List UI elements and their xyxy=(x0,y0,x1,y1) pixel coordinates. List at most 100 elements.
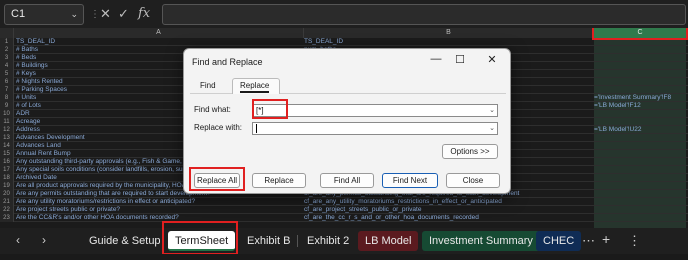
cell-c[interactable] xyxy=(594,134,686,142)
more-tabs-icon[interactable]: ⋯ xyxy=(582,233,595,249)
cell-b[interactable]: TS_DEAL_ID xyxy=(304,38,592,46)
row-number[interactable]: 6 xyxy=(0,78,14,86)
cell-c[interactable] xyxy=(594,198,686,206)
cell-c[interactable] xyxy=(594,86,686,94)
enter-icon[interactable]: ✓ xyxy=(118,5,129,23)
cell-c[interactable]: ='LB Model'!U22 xyxy=(594,126,686,134)
row-number[interactable]: 15 xyxy=(0,150,14,158)
cell-c[interactable] xyxy=(594,54,686,62)
cell-c[interactable] xyxy=(594,38,686,46)
text-caret xyxy=(256,124,257,133)
row-number[interactable]: 22 xyxy=(0,206,14,214)
cell-c[interactable] xyxy=(594,158,686,166)
chevron-down-icon[interactable]: ⌄ xyxy=(489,123,495,134)
cell-b[interactable]: cf_are_any_utility_moratoriums_restricti… xyxy=(304,198,592,206)
cell-a[interactable]: Are the CC&R's and/or other HOA document… xyxy=(16,214,302,222)
cell-c[interactable] xyxy=(594,70,686,78)
sheet-tab-exhibit-b[interactable]: Exhibit B xyxy=(240,231,297,251)
chevron-down-icon[interactable]: ⌄ xyxy=(489,105,495,116)
chevron-down-icon[interactable]: ⌄ xyxy=(70,5,78,24)
name-box-value: C1 xyxy=(11,8,26,20)
cell-a[interactable]: Are project streets public or private? xyxy=(16,206,302,214)
cell-c[interactable] xyxy=(594,142,686,150)
find-replace-dialog: Find and Replace — ☐ ✕ Find Replace Find… xyxy=(183,48,511,194)
scroll-left-icon[interactable]: ‹ xyxy=(16,233,20,247)
add-sheet-icon[interactable]: + xyxy=(602,231,610,247)
table-row: 21 Are any utility moratoriums/restrictio… xyxy=(0,198,688,206)
row-number[interactable]: 8 xyxy=(0,94,14,102)
tab-divider xyxy=(297,235,298,247)
row-number[interactable]: 10 xyxy=(0,110,14,118)
row-number[interactable]: 21 xyxy=(0,198,14,206)
cell-b[interactable]: cf_are_project_streets_public_or_private xyxy=(304,206,592,214)
minimize-icon[interactable]: — xyxy=(428,53,444,65)
insert-function-icon[interactable]: fx xyxy=(138,5,150,23)
maximize-icon[interactable]: ☐ xyxy=(452,53,468,66)
table-row: 1 TS_DEAL_ID TS_DEAL_ID xyxy=(0,38,688,46)
close-button[interactable]: Close xyxy=(446,173,500,188)
row-number[interactable]: 23 xyxy=(0,214,14,222)
row-number[interactable]: 20 xyxy=(0,190,14,198)
cell-a[interactable]: Are any utility moratoriums/restrictions… xyxy=(16,198,302,206)
cell-c[interactable] xyxy=(594,214,686,222)
row-number[interactable]: 16 xyxy=(0,158,14,166)
find-what-highlight-box xyxy=(252,99,288,119)
cell-c[interactable] xyxy=(594,78,686,86)
cell-a[interactable]: TS_DEAL_ID xyxy=(16,38,302,46)
column-header-a[interactable]: A xyxy=(14,28,304,38)
row-number[interactable]: 14 xyxy=(0,142,14,150)
cell-c[interactable] xyxy=(594,174,686,182)
row-number[interactable]: 3 xyxy=(0,54,14,62)
row-number[interactable]: 7 xyxy=(0,86,14,94)
cell-c[interactable] xyxy=(594,62,686,70)
scroll-right-icon[interactable]: › xyxy=(42,233,46,247)
cell-b[interactable]: cf_are_the_cc_r_s_and_or_other_hoa_docum… xyxy=(304,214,592,222)
formula-bar: C1 ⌄ ⋮ ✕ ✓ fx xyxy=(0,0,688,28)
sheet-tab-lb-model[interactable]: LB Model xyxy=(358,231,419,251)
name-box[interactable]: C1 ⌄ xyxy=(4,4,84,25)
row-number[interactable]: 13 xyxy=(0,134,14,142)
cell-c[interactable] xyxy=(594,182,686,190)
table-row: 22 Are project streets public or private?… xyxy=(0,206,688,214)
replace-with-label: Replace with: xyxy=(194,123,243,132)
cancel-icon[interactable]: ✕ xyxy=(100,5,111,23)
cell-c[interactable] xyxy=(594,190,686,198)
formula-input[interactable] xyxy=(162,4,686,25)
row-number[interactable]: 17 xyxy=(0,166,14,174)
cell-c[interactable] xyxy=(594,166,686,174)
row-number[interactable]: 12 xyxy=(0,126,14,134)
divider-dots-icon: ⋮ xyxy=(90,9,100,20)
column-header-b[interactable]: B xyxy=(304,28,594,38)
cell-c[interactable] xyxy=(594,46,686,54)
more-options-icon[interactable]: ⋮ xyxy=(628,233,641,249)
row-number[interactable]: 5 xyxy=(0,70,14,78)
sheet-tab-exhibit-2[interactable]: Exhibit 2 xyxy=(300,231,356,251)
cell-c[interactable] xyxy=(594,150,686,158)
row-number[interactable]: 19 xyxy=(0,182,14,190)
row-number[interactable]: 2 xyxy=(0,46,14,54)
cell-c[interactable] xyxy=(594,118,686,126)
replace-button[interactable]: Replace xyxy=(252,173,306,188)
cell-c[interactable]: ='LB Model'!F12 xyxy=(594,102,686,110)
sheet-tab-chec[interactable]: CHEC xyxy=(536,231,582,251)
close-icon[interactable]: ✕ xyxy=(484,53,500,66)
row-number[interactable]: 4 xyxy=(0,62,14,70)
tab-replace[interactable]: Replace xyxy=(240,81,270,93)
find-next-button[interactable]: Find Next xyxy=(382,173,438,188)
select-all-corner[interactable] xyxy=(0,28,14,38)
row-number[interactable]: 1 xyxy=(0,38,14,46)
cell-c[interactable] xyxy=(594,110,686,118)
options-button[interactable]: Options >> xyxy=(442,144,498,159)
table-row: 23 Are the CC&R's and/or other HOA docume… xyxy=(0,214,688,222)
cell-c[interactable] xyxy=(594,206,686,214)
row-number[interactable]: 11 xyxy=(0,118,14,126)
tab-find[interactable]: Find xyxy=(200,81,216,90)
replace-with-input[interactable]: ⌄ xyxy=(252,122,498,135)
row-number[interactable]: 18 xyxy=(0,174,14,182)
sheet-tab-guide-setup[interactable]: Guide & Setup xyxy=(82,231,168,251)
find-all-button[interactable]: Find All xyxy=(320,173,374,188)
cell-c[interactable]: ='Investment Summary'!F8 xyxy=(594,94,686,102)
sheet-tab-investment-summary[interactable]: Investment Summary xyxy=(422,231,540,251)
row-number[interactable]: 9 xyxy=(0,102,14,110)
find-what-input[interactable]: [*] ⌄ xyxy=(252,104,498,117)
